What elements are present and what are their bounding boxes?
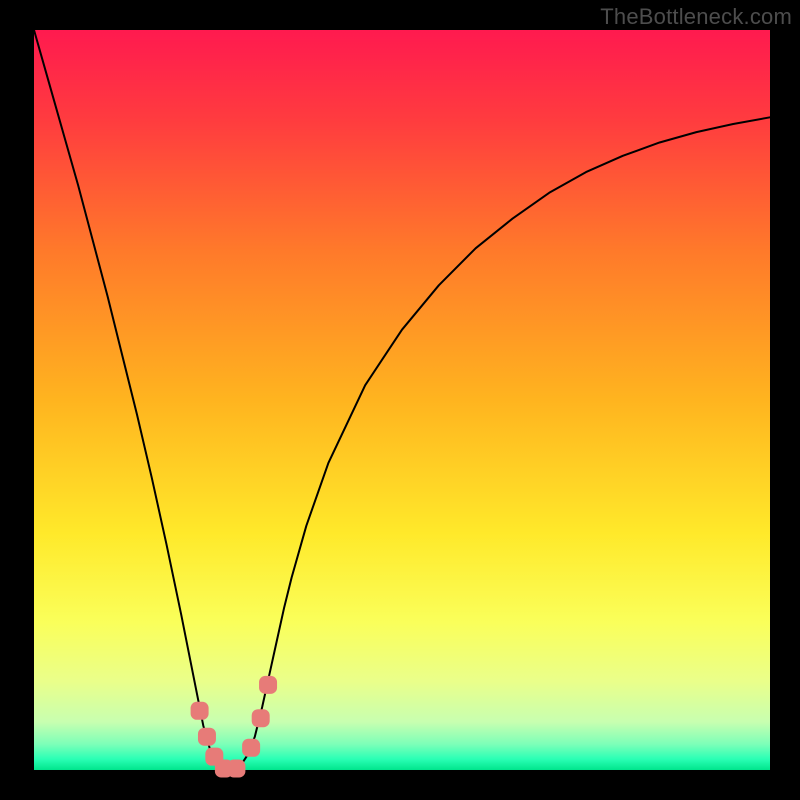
marker-dot	[227, 760, 245, 778]
marker-dot	[252, 709, 270, 727]
marker-dot	[198, 728, 216, 746]
plot-background	[34, 30, 770, 770]
watermark-text: TheBottleneck.com	[600, 4, 792, 30]
marker-dot	[242, 739, 260, 757]
chart-frame: TheBottleneck.com	[0, 0, 800, 800]
bottleneck-chart	[0, 0, 800, 800]
marker-dot	[259, 676, 277, 694]
marker-dot	[191, 702, 209, 720]
